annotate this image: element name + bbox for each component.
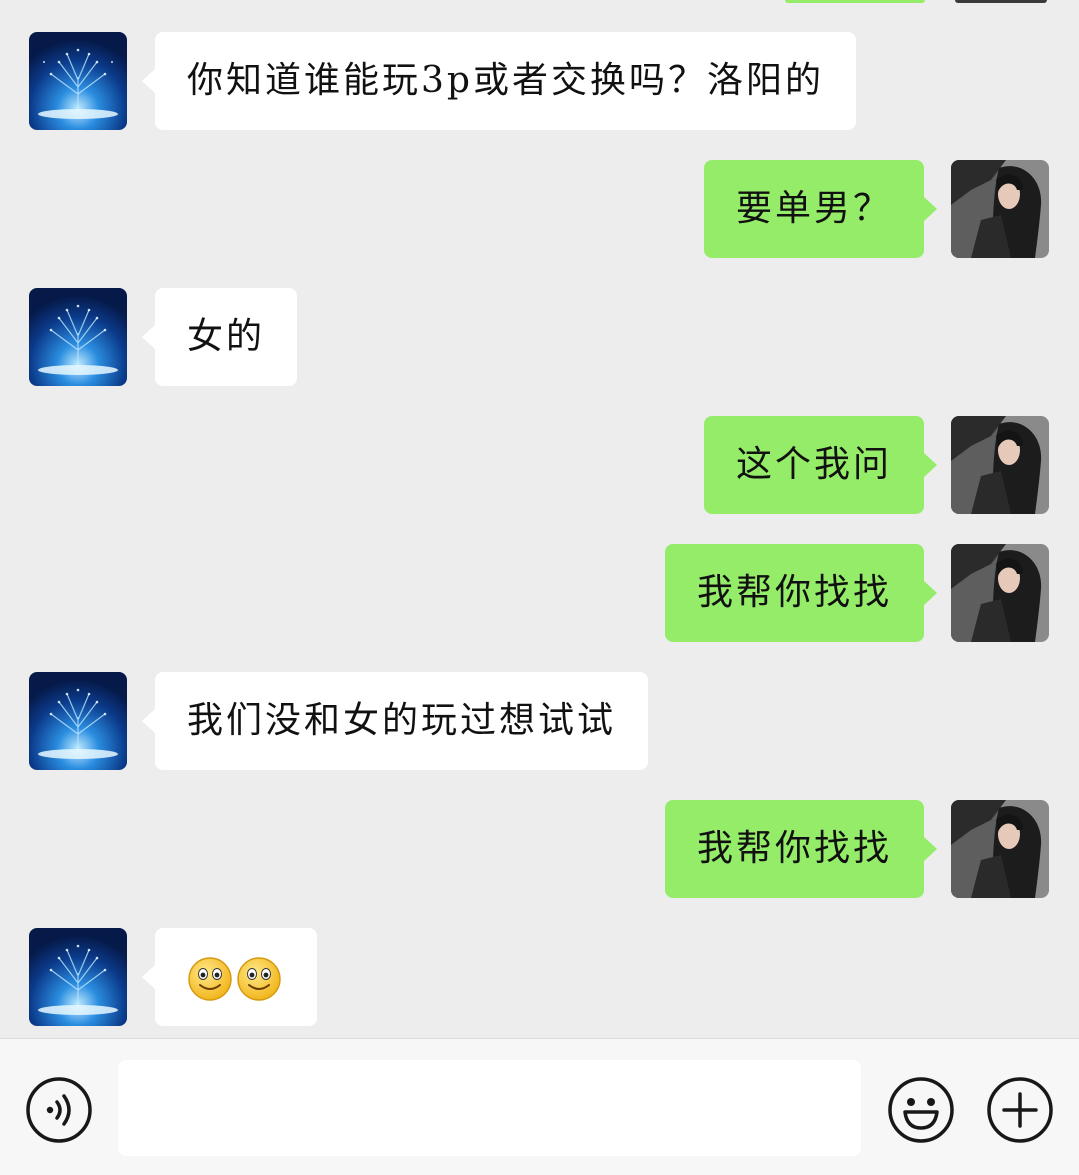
user-avatar[interactable]	[951, 800, 1049, 898]
message-row-sent: 要单男？	[0, 160, 1079, 260]
message-bubble[interactable]: 我们没和女的玩过想试试	[141, 672, 649, 770]
user-avatar[interactable]	[951, 160, 1049, 258]
previous-message-bubble-edge	[785, 0, 925, 3]
smile-emoji-icon	[187, 956, 233, 1002]
voice-icon[interactable]	[25, 1076, 93, 1144]
message-bubble[interactable]: 我帮你找找	[664, 544, 938, 642]
message-text: 我帮你找找	[696, 572, 892, 613]
contact-avatar[interactable]	[29, 288, 127, 386]
message-row-received: 女的	[0, 288, 1079, 388]
message-bubble[interactable]: 女的	[141, 288, 298, 386]
message-text: 我们没和女的玩过想试试	[187, 700, 617, 741]
contact-avatar[interactable]	[29, 928, 127, 1026]
input-toolbar	[0, 1038, 1079, 1175]
message-bubble[interactable]: 要单男？	[703, 160, 938, 258]
previous-avatar-edge	[955, 0, 1047, 3]
message-text: 女的	[187, 316, 266, 357]
smile-emoji-icon	[236, 956, 282, 1002]
message-bubble[interactable]: 这个我问	[703, 416, 938, 514]
chat-area[interactable]: 你知道谁能玩3p或者交换吗？洛阳的 要单男？ 女的 这个我问 我帮你找找 我们没…	[0, 0, 1079, 1038]
message-text: 要单男？	[735, 188, 892, 229]
message-row-received: 我们没和女的玩过想试试	[0, 672, 1079, 772]
message-input[interactable]	[118, 1060, 861, 1156]
message-row-sent: 我帮你找找	[0, 800, 1079, 900]
contact-avatar[interactable]	[29, 672, 127, 770]
message-bubble[interactable]: 我帮你找找	[664, 800, 938, 898]
message-row-sent: 我帮你找找	[0, 544, 1079, 644]
user-avatar[interactable]	[951, 416, 1049, 514]
contact-avatar[interactable]	[29, 32, 127, 130]
message-row-received: 你知道谁能玩3p或者交换吗？洛阳的	[0, 32, 1079, 132]
message-bubble[interactable]: 你知道谁能玩3p或者交换吗？洛阳的	[142, 32, 856, 130]
user-avatar[interactable]	[951, 544, 1049, 642]
message-text: 你知道谁能玩3p或者交换吗？洛阳的	[187, 60, 824, 101]
message-row-received	[0, 928, 1079, 1028]
emoji-icon[interactable]	[887, 1076, 955, 1144]
message-text: 我帮你找找	[696, 828, 892, 869]
message-row-sent: 这个我问	[0, 416, 1079, 516]
plus-icon[interactable]	[986, 1076, 1054, 1144]
message-text: 这个我问	[735, 444, 892, 485]
message-bubble[interactable]	[142, 928, 317, 1026]
